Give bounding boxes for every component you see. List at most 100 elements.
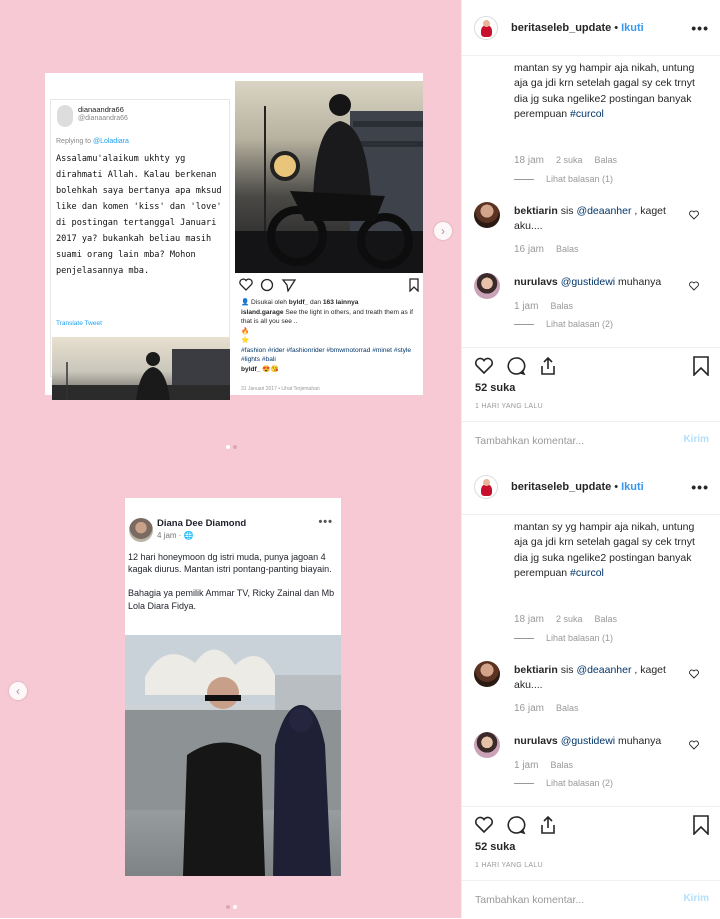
comment-reply-button[interactable]: Balas — [556, 244, 579, 254]
post-actions: 52 suka 1 HARI YANG LALU Tambahkan komen… — [462, 347, 720, 459]
add-comment-input[interactable]: Tambahkan komentar... — [462, 421, 720, 460]
mention-link[interactable]: @deaanher — [576, 205, 631, 217]
carousel-dots — [226, 905, 237, 909]
like-heart-icon[interactable] — [474, 356, 494, 376]
like-comment-heart-icon[interactable] — [689, 740, 699, 750]
ig-liked-by: 👤 Disukai oleh byldf_ dan 163 lainnya — [241, 299, 359, 306]
caption-reply-button[interactable]: Balas — [595, 614, 618, 624]
caption-likes[interactable]: 2 suka — [556, 155, 583, 165]
view-replies-button[interactable]: Lihat balasan (1) — [514, 633, 613, 643]
share-upload-icon[interactable] — [538, 356, 558, 376]
comment-time: 16 jam — [514, 244, 545, 255]
action-icons — [474, 356, 558, 376]
avatar[interactable] — [474, 661, 500, 687]
post-username[interactable]: beritaseleb_update — [511, 22, 611, 34]
hashtag-link[interactable]: #curcol — [570, 567, 604, 579]
comments-list: mrk nikah awal tahun 2018. Sy jd ingat m… — [462, 57, 720, 347]
follow-button[interactable]: Ikuti — [621, 481, 644, 493]
tweet-body: Assalamu'alaikum ukhty yg dirahmati Alla… — [56, 154, 222, 276]
avatar[interactable] — [474, 202, 500, 228]
previous-slide-button[interactable]: ‹ — [9, 682, 27, 700]
next-slide-button[interactable]: › — [434, 222, 452, 240]
avatar[interactable] — [474, 474, 498, 499]
carousel-dots — [226, 445, 237, 449]
comment-reply-button[interactable]: Balas — [556, 703, 579, 713]
instagram-photo — [235, 81, 423, 273]
like-comment-heart-icon[interactable] — [689, 281, 699, 291]
reply-line — [514, 178, 534, 180]
post-header: beritaseleb_update • Ikuti ••• — [462, 459, 720, 515]
likes-count[interactable]: 52 suka — [475, 841, 515, 853]
post-media: dianaandra66 @dianaandra66 Replying to @… — [0, 0, 461, 459]
caption-time: 18 jam — [514, 155, 545, 166]
comment-reply-button[interactable]: Balas — [550, 301, 573, 311]
comment-username[interactable]: nurulavs — [514, 735, 558, 747]
facebook-time: 4 jam · 🌐 — [157, 531, 194, 540]
comment-bubble-icon[interactable] — [506, 356, 526, 376]
reply-line — [514, 323, 534, 325]
comment-username[interactable]: nurulavs — [514, 276, 558, 288]
post-username[interactable]: beritaseleb_update — [511, 481, 611, 493]
reply-line — [514, 782, 534, 784]
share-upload-icon[interactable] — [538, 815, 558, 835]
action-icons — [474, 815, 558, 835]
follow-button[interactable]: Ikuti — [621, 22, 644, 34]
comment-meta: 1 jam Balas — [514, 301, 585, 312]
avatar[interactable] — [474, 15, 498, 40]
comment-meta: 16 jam Balas — [514, 244, 591, 255]
like-comment-heart-icon[interactable] — [689, 210, 699, 220]
tweet-translate: Translate Tweet — [56, 320, 102, 327]
carousel-dot — [233, 445, 237, 449]
comment-username[interactable]: bektiarin — [514, 205, 558, 217]
mention-link[interactable]: @gustidewi — [561, 735, 615, 747]
post-1: dianaandra66 @dianaandra66 Replying to @… — [0, 0, 720, 459]
more-options-icon[interactable]: ••• — [691, 20, 709, 36]
bookmark-icon[interactable] — [693, 815, 709, 835]
comment-bubble-icon[interactable] — [506, 815, 526, 835]
tweet-image-scene — [52, 349, 230, 400]
post-2: Diana Dee Diamond 4 jam · 🌐 ••• 12 hari … — [0, 459, 720, 918]
mention-link[interactable]: @gustidewi — [561, 276, 615, 288]
comment-meta: 16 jam Balas — [514, 703, 591, 714]
globe-icon: 🌐 — [183, 531, 194, 540]
chevron-left-icon: ‹ — [16, 684, 20, 698]
ig-hashtags: #fashion #rider #fashionrider #bmwmotorr… — [241, 346, 412, 364]
ig-emoji-line-1: 🔥 — [241, 327, 250, 335]
caption-likes[interactable]: 2 suka — [556, 614, 583, 624]
caption-text: mrk nikah awal tahun 2018. Sy jd ingat m… — [514, 516, 695, 579]
bookmark-icon[interactable] — [693, 356, 709, 376]
hashtag-link[interactable]: #curcol — [570, 108, 604, 120]
add-comment-input[interactable]: Tambahkan komentar... — [462, 880, 720, 919]
view-replies-button[interactable]: Lihat balasan (1) — [514, 174, 613, 184]
like-heart-icon[interactable] — [474, 815, 494, 835]
tweet-handle: @dianaandra66 — [78, 115, 128, 122]
likes-count[interactable]: 52 suka — [475, 382, 515, 394]
comment-username[interactable]: bektiarin — [514, 664, 558, 676]
facebook-post-text: 12 hari honeymoon dg istri muda, punya j… — [128, 552, 335, 611]
avatar[interactable] — [474, 732, 500, 758]
comment-text: nurulavs @gustidewi muhanya — [514, 276, 662, 288]
view-replies-button[interactable]: Lihat balasan (2) — [514, 778, 613, 788]
couple-photo-scene — [125, 635, 341, 876]
caption-time: 18 jam — [514, 614, 545, 625]
comments-list: mrk nikah awal tahun 2018. Sy jd ingat m… — [462, 516, 720, 806]
like-comment-heart-icon[interactable] — [689, 669, 699, 679]
send-comment-button[interactable]: Kirim — [683, 434, 709, 445]
comment-meta: 1 jam Balas — [514, 760, 585, 771]
tweet-card: dianaandra66 @dianaandra66 Replying to @… — [50, 99, 230, 400]
view-replies-button[interactable]: Lihat balasan (2) — [514, 319, 613, 329]
send-comment-button[interactable]: Kirim — [683, 893, 709, 904]
tweet-mention: @Loladiara — [92, 138, 129, 145]
carousel-dot — [226, 905, 230, 909]
mention-link[interactable]: @deaanher — [576, 664, 631, 676]
post-panel: beritaseleb_update • Ikuti ••• mrk nikah… — [461, 0, 720, 459]
post-timestamp: 1 HARI YANG LALU — [475, 403, 543, 410]
avatar[interactable] — [474, 273, 500, 299]
ig-comment: byldf_ 😍😘 — [241, 365, 279, 373]
caption-reply-button[interactable]: Balas — [595, 155, 618, 165]
facebook-username: Diana Dee Diamond — [157, 518, 247, 529]
ig-date: 31 Januari 2017 • Lihat Terjemahan — [241, 386, 320, 392]
more-options-icon[interactable]: ••• — [691, 479, 709, 495]
comment-reply-button[interactable]: Balas — [550, 760, 573, 770]
separator-dot: • — [614, 21, 619, 34]
